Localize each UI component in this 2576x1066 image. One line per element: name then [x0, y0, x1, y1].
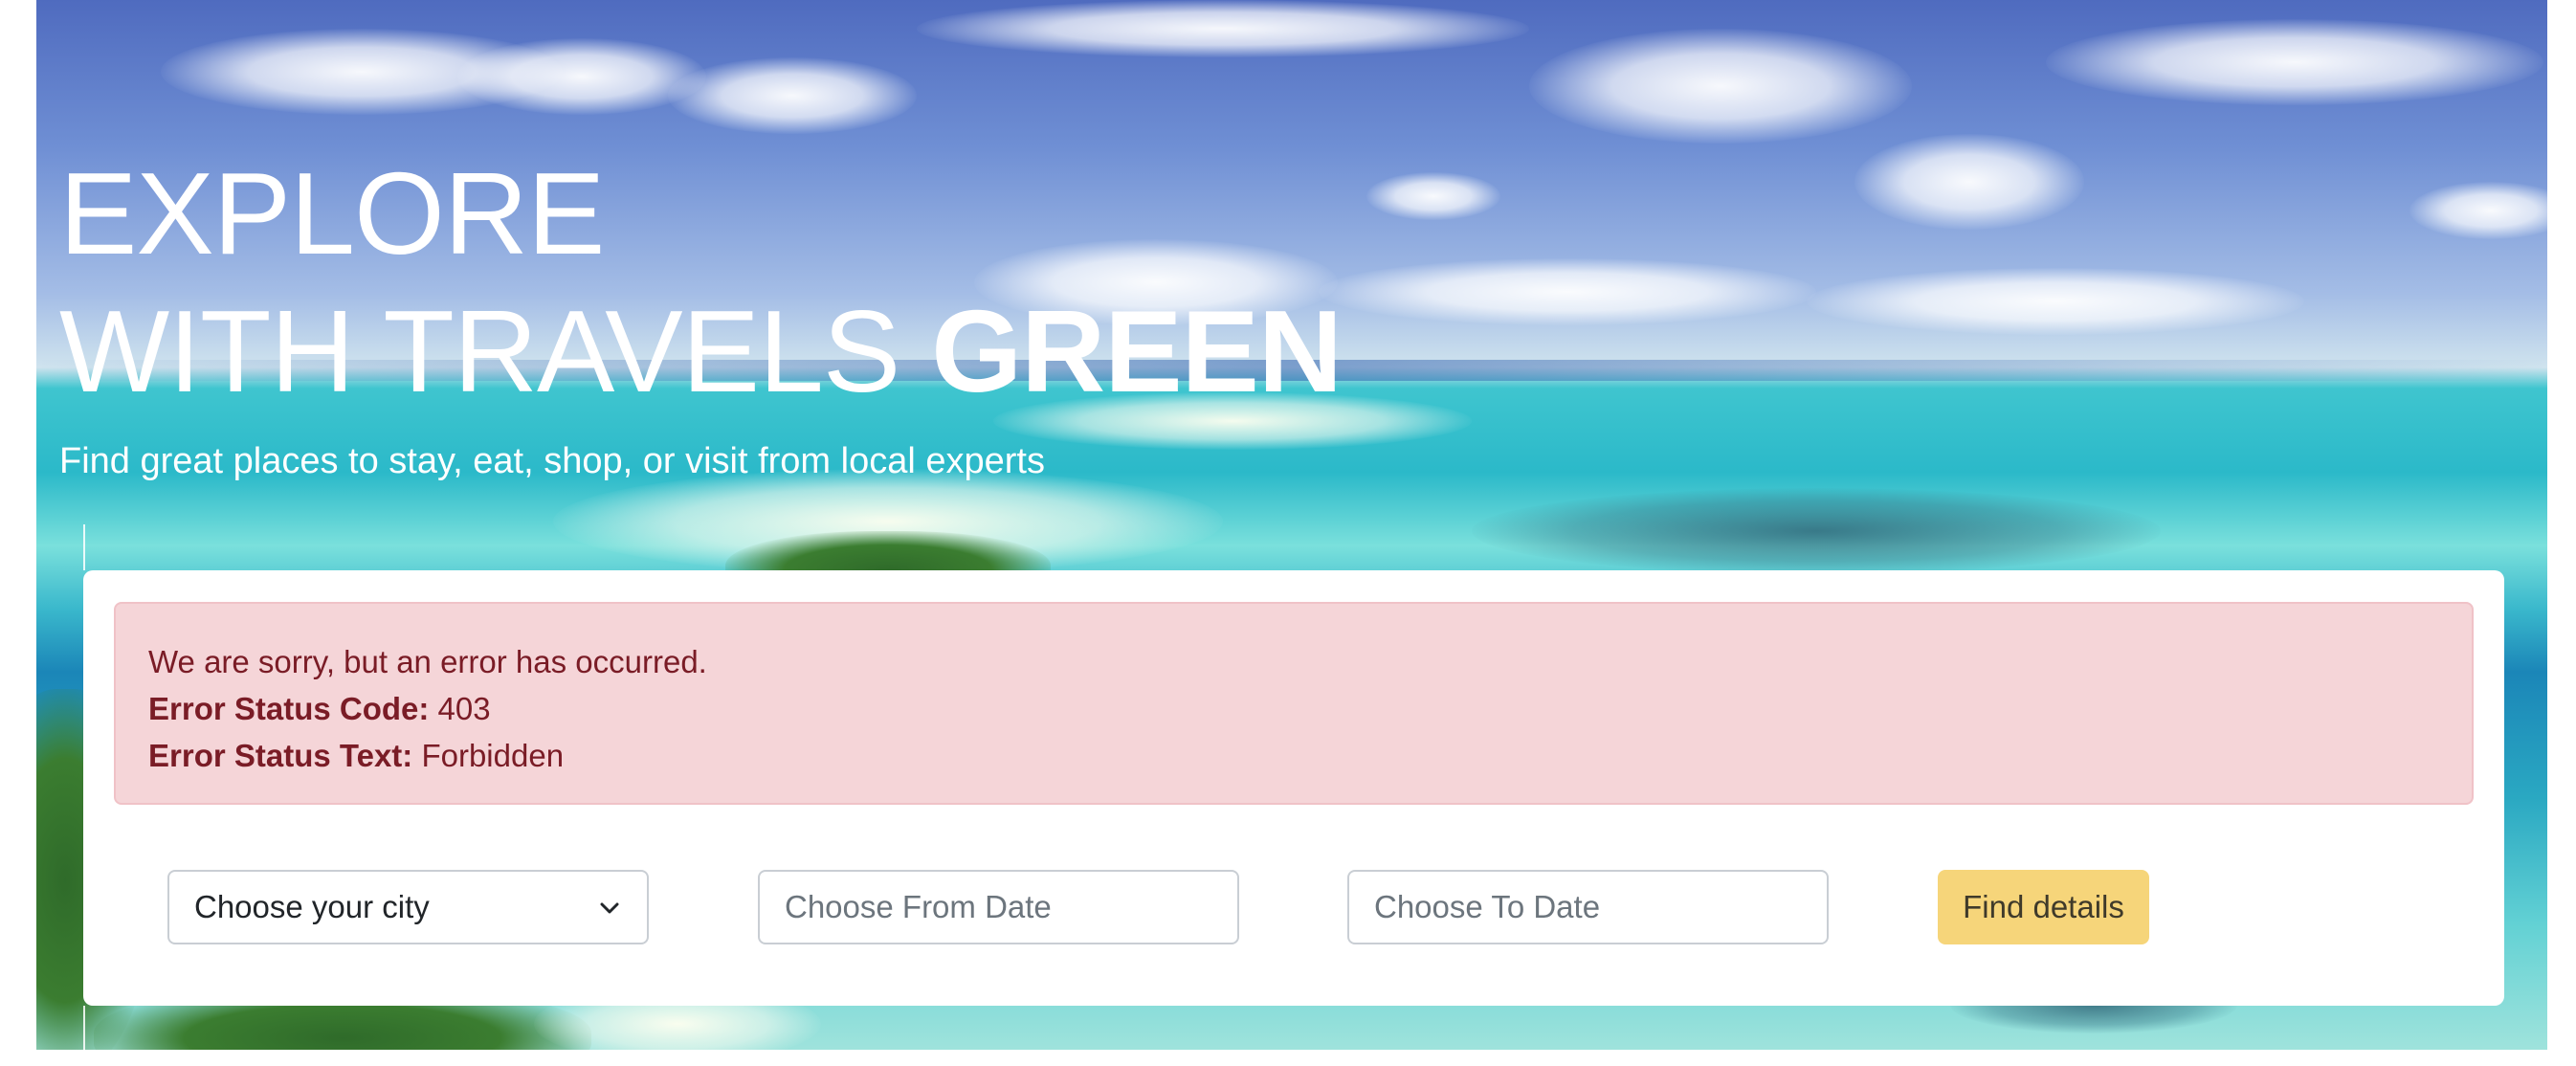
divider-line [83, 1006, 85, 1050]
error-status-code-value: 403 [429, 691, 491, 726]
search-card: We are sorry, but an error has occurred.… [83, 570, 2504, 1006]
hero-title-brand: GREEN [931, 286, 1343, 416]
cloud-decoration [1807, 268, 2304, 335]
cloud-decoration [668, 57, 917, 134]
error-status-text: Error Status Text: Forbidden [148, 732, 2439, 779]
cloud-decoration [1366, 172, 1500, 220]
to-date-input[interactable]: Choose To Date [1347, 870, 1829, 944]
error-status-code-label: Error Status Code: [148, 691, 430, 726]
search-form: Choose your city Choose From Date Choose… [83, 870, 2504, 944]
cloud-decoration [1529, 29, 1912, 144]
hero-title-line1: EXPLORE [59, 148, 605, 278]
error-status-text-value: Forbidden [412, 738, 565, 773]
cloud-decoration [2046, 19, 2543, 105]
divider-line [83, 524, 85, 570]
cloud-decoration [1319, 258, 1816, 325]
find-details-button[interactable]: Find details [1938, 870, 2149, 944]
error-status-code: Error Status Code: 403 [148, 685, 2439, 732]
hero-title-light: WITH TRAVELS [59, 286, 932, 416]
hero-title-line2: WITH TRAVELS GREEN [59, 286, 1343, 416]
from-date-input[interactable]: Choose From Date [758, 870, 1239, 944]
city-select-value: Choose your city [194, 889, 430, 924]
city-select[interactable]: Choose your city [167, 870, 649, 944]
error-alert: We are sorry, but an error has occurred.… [114, 602, 2474, 805]
cloud-decoration [457, 38, 706, 115]
hero-subtitle: Find great places to stay, eat, shop, or… [59, 441, 1045, 481]
error-message: We are sorry, but an error has occurred. [148, 644, 707, 679]
chevron-down-icon [600, 902, 619, 914]
cloud-decoration [2409, 182, 2547, 239]
cloud-decoration [1854, 134, 2084, 230]
reef-decoration [1472, 488, 2161, 574]
cloud-decoration [917, 0, 1529, 57]
error-status-text-label: Error Status Text: [148, 738, 413, 773]
